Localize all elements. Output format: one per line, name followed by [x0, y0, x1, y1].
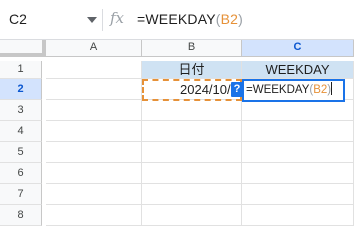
select-all-corner[interactable] [0, 40, 46, 57]
cell-c7[interactable] [242, 184, 354, 205]
row-header-4[interactable]: 4 [0, 121, 42, 142]
row-header-2[interactable]: 2 [0, 79, 42, 100]
cell-a2[interactable] [46, 79, 142, 100]
row-header-3[interactable]: 3 [0, 100, 42, 121]
cell-b8[interactable] [142, 205, 242, 226]
formula-bar: C2 fx =WEEKDAY(B2) [0, 0, 354, 40]
cell-a1[interactable] [46, 61, 142, 79]
cell-b6[interactable] [142, 163, 242, 184]
row-header-7[interactable]: 7 [0, 184, 42, 205]
formula-bar-divider [102, 9, 103, 31]
cell-b2[interactable]: 2024/10/ [142, 79, 242, 100]
cell-b1[interactable]: 日付 [142, 61, 242, 79]
cell-c3[interactable] [242, 100, 354, 121]
formula-function: =WEEKDAY [137, 11, 216, 27]
formula-input[interactable]: =WEEKDAY(B2) [137, 11, 243, 27]
cell-a3[interactable] [46, 100, 142, 121]
chevron-down-icon[interactable] [87, 17, 97, 23]
text-caret [331, 82, 333, 95]
cell-c6[interactable] [242, 163, 354, 184]
cell-a5[interactable] [46, 142, 142, 163]
formula-reference: B2 [220, 11, 239, 27]
fx-icon: fx [110, 9, 125, 27]
row-header-1[interactable]: 1 [0, 61, 42, 79]
cell-c8[interactable] [242, 205, 354, 226]
cell-b5[interactable] [142, 142, 242, 163]
editor-function: =WEEKDAY [246, 84, 310, 96]
row-header-5[interactable]: 5 [0, 142, 42, 163]
cell-c5[interactable] [242, 142, 354, 163]
cell-a7[interactable] [46, 184, 142, 205]
cell-b3[interactable] [142, 100, 242, 121]
name-box[interactable]: C2 [9, 11, 27, 27]
column-header-c[interactable]: C [242, 40, 354, 57]
row-header-6[interactable]: 6 [0, 163, 42, 184]
row-header-8[interactable]: 8 [0, 205, 42, 226]
cell-c1[interactable]: WEEKDAY [242, 61, 354, 79]
formula-close-paren: ) [238, 11, 244, 27]
cell-b2-value: 2024/10/ [180, 82, 231, 97]
cell-b7[interactable] [142, 184, 242, 205]
editor-reference: B2 [313, 84, 328, 96]
cell-a8[interactable] [46, 205, 142, 226]
cell-b4[interactable] [142, 121, 242, 142]
cell-a4[interactable] [46, 121, 142, 142]
column-header-b[interactable]: B [142, 40, 242, 57]
column-header-a[interactable]: A [46, 40, 142, 57]
cell-a6[interactable] [46, 163, 142, 184]
cell-editor[interactable]: =WEEKDAY(B2) [242, 79, 345, 102]
cell-c4[interactable] [242, 121, 354, 142]
